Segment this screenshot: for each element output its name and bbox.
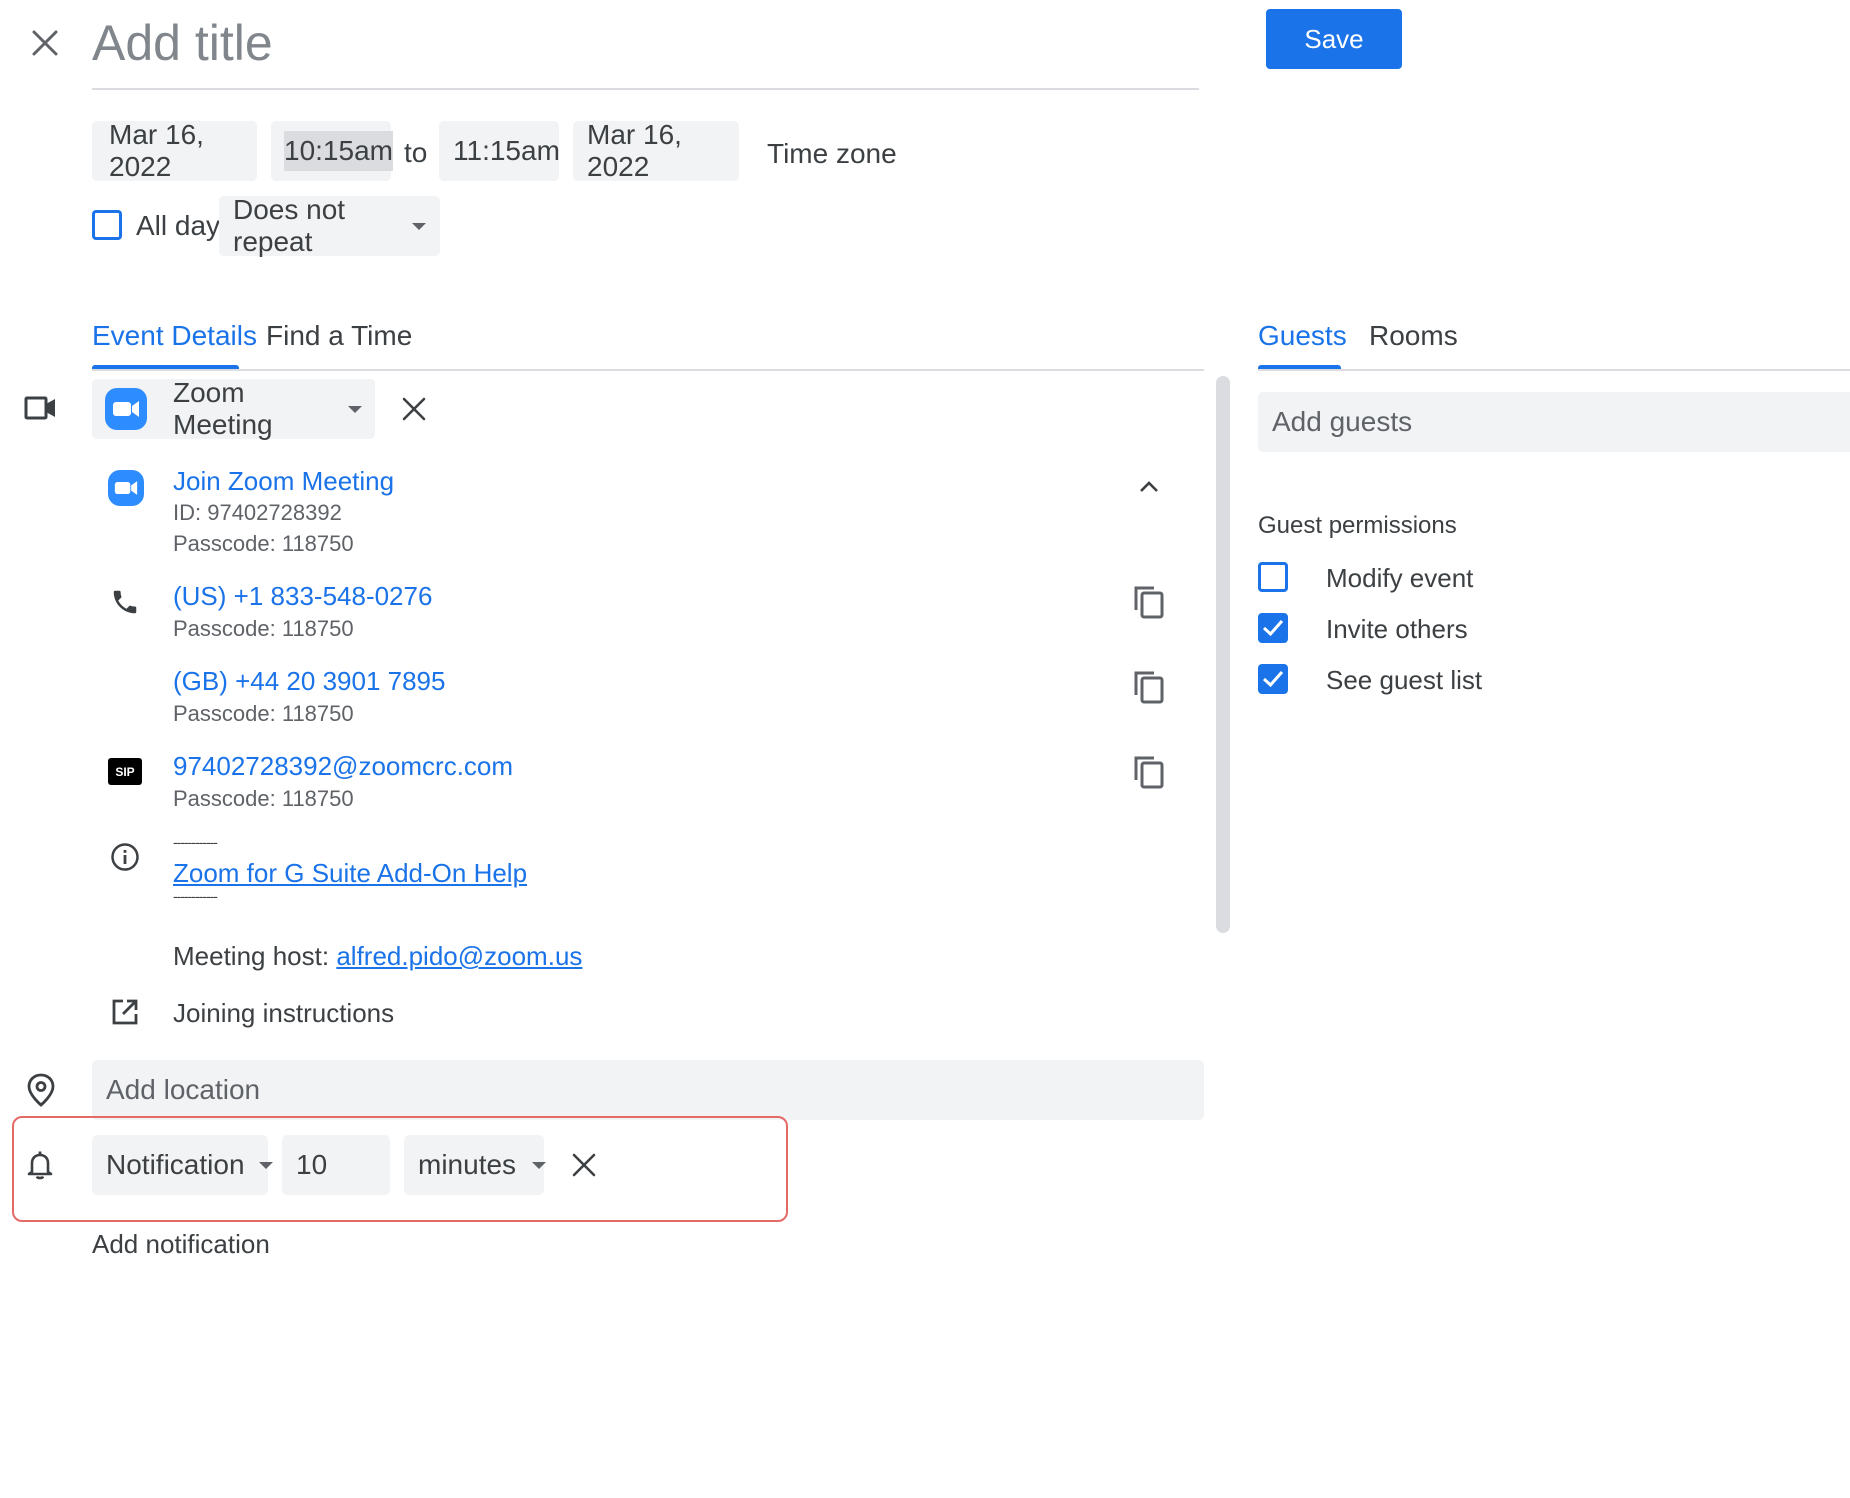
start-date-field[interactable]: Mar 16, 2022 [92,119,257,182]
start-date-text: Mar 16, 2022 [109,119,204,182]
remove-notification-button[interactable] [572,1153,596,1177]
tab-rooms[interactable]: Rooms [1369,320,1458,352]
start-time-field[interactable]: 10:15am [271,121,393,181]
conference-select[interactable]: Zoom Meeting [92,377,375,440]
tab-find-a-time[interactable]: Find a Time [266,320,412,352]
timezone-button[interactable]: Time zone [767,138,897,170]
meeting-passcode: Passcode: 118750 [173,531,354,556]
repeat-select[interactable]: Does not repeat [219,194,440,257]
checkmark-icon [1262,620,1284,637]
end-time-text: 11:15am [453,135,560,166]
notification-unit-select[interactable]: minutes [404,1135,547,1195]
sip-icon: SIP [108,758,142,785]
info-icon [110,842,140,872]
phone-gb-passcode: Passcode: 118750 [173,701,354,726]
notification-type-select[interactable]: Notification [92,1135,273,1195]
to-label: to [404,137,428,168]
remove-conference-button[interactable] [402,397,426,421]
copy-icon [1134,671,1164,704]
join-zoom-link[interactable]: Join Zoom Meeting [173,466,394,497]
meeting-id: ID: 97402728392 [173,500,342,525]
close-icon [32,30,58,56]
save-button[interactable]: Save [1266,9,1402,69]
chevron-down-icon [258,1161,273,1169]
collapse-button[interactable] [1138,478,1160,494]
close-icon [402,397,426,421]
notification-type-value: Notification [106,1149,245,1180]
host-email-link[interactable]: alfred.pido@zoom.us [336,941,582,971]
close-icon [572,1153,596,1177]
add-guests-input[interactable]: Add guests [1258,392,1850,452]
tab-event-details[interactable]: Event Details [92,320,257,352]
location-input[interactable]: Add location [92,1060,1204,1120]
dashes-top: ------------ [173,834,218,850]
notification-amount-value: 10 [296,1149,328,1180]
dashes-bottom: ------------ [173,888,218,904]
video-camera-icon [24,394,58,422]
title-underline [92,88,1199,90]
copy-phone-us-button[interactable] [1132,584,1166,620]
invite-others-label: Invite others [1326,614,1468,644]
phone-us-link[interactable]: (US) +1 833-548-0276 [173,581,432,612]
title-input[interactable]: Add title [92,14,273,72]
close-button[interactable] [30,28,60,58]
zoom-logo-icon [108,470,144,506]
tabs-divider [92,369,1204,371]
see-guest-list-checkbox[interactable] [1258,664,1288,694]
host-label: Meeting host: [173,941,330,971]
checkmark-icon [1262,671,1284,688]
meeting-host: Meeting host: alfred.pido@zoom.us [173,941,582,972]
copy-sip-button[interactable] [1132,754,1166,790]
modify-event-checkbox[interactable] [1258,562,1288,592]
guest-permissions-title: Guest permissions [1258,512,1457,539]
tab-guests[interactable]: Guests [1258,320,1347,352]
chevron-down-icon [412,222,426,230]
chevron-down-icon [348,405,362,413]
end-time-field[interactable]: 11:15am [439,121,560,181]
location-placeholder: Add location [106,1074,261,1105]
phone-icon [110,587,140,617]
notification-unit-value: minutes [418,1149,517,1180]
repeat-value: Does not repeat [233,194,346,257]
phone-us-passcode: Passcode: 118750 [173,616,354,641]
conference-select-label: Zoom Meeting [173,377,273,440]
see-guest-list-label: See guest list [1326,665,1483,695]
copy-phone-gb-button[interactable] [1132,669,1166,705]
bell-icon [26,1150,54,1180]
phone-gb-link[interactable]: (GB) +44 20 3901 7895 [173,666,445,697]
sip-badge-text: SIP [115,764,135,779]
save-label: Save [1304,23,1364,54]
copy-icon [1134,586,1164,619]
end-date-text: Mar 16, 2022 [587,119,682,182]
joining-instructions-link[interactable]: Joining instructions [173,998,394,1029]
copy-icon [1134,756,1164,789]
end-date-field[interactable]: Mar 16, 2022 [573,119,739,182]
chevron-down-icon [532,1161,547,1169]
chevron-up-icon [1140,481,1158,492]
zoom-logo-icon [105,388,147,430]
start-time-text: 10:15am [284,131,393,171]
scrollbar[interactable] [1216,376,1230,933]
location-pin-icon [27,1073,55,1107]
modify-event-label: Modify event [1326,563,1474,593]
invite-others-checkbox[interactable] [1258,613,1288,643]
help-link[interactable]: Zoom for G Suite Add-On Help [173,858,527,889]
add-guests-placeholder: Add guests [1272,406,1413,437]
sip-passcode: Passcode: 118750 [173,786,354,811]
sip-link[interactable]: 97402728392@zoomcrc.com [173,751,513,782]
notification-amount-input[interactable]: 10 [282,1135,390,1195]
add-notification-button[interactable]: Add notification [92,1229,270,1260]
right-tabs-divider [1258,369,1850,371]
open-in-new-icon [111,998,139,1026]
allday-label: All day [136,210,221,241]
allday-checkbox[interactable] [92,210,122,240]
